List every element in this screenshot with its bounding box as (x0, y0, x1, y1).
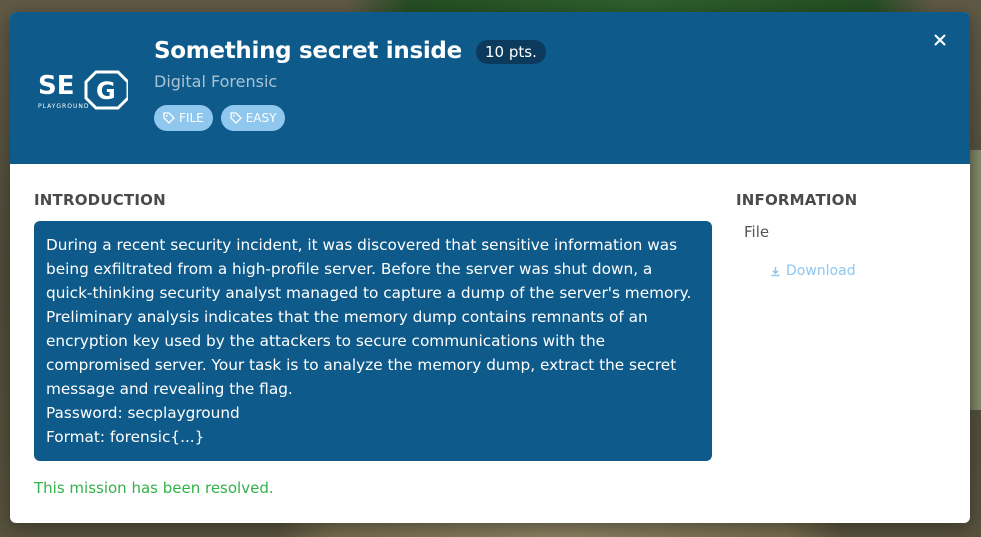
tag-icon (230, 112, 242, 124)
information-heading: INFORMATION (736, 191, 858, 209)
svg-text:G: G (96, 77, 116, 105)
tag-label: EASY (245, 111, 277, 125)
challenge-modal: SE G PLAYGROUND Something secret inside … (10, 12, 970, 523)
modal-header: SE G PLAYGROUND Something secret inside … (10, 12, 970, 164)
resolved-status: This mission has been resolved. (34, 479, 274, 497)
introduction-text: During a recent security incident, it wa… (46, 236, 697, 398)
challenge-category: Digital Forensic (154, 72, 278, 91)
file-label: File (744, 223, 770, 241)
introduction-heading: INTRODUCTION (34, 191, 166, 209)
close-button[interactable] (930, 30, 950, 50)
download-label: Download (786, 263, 856, 279)
challenge-title: Something secret inside (154, 38, 462, 64)
svg-text:SE: SE (38, 71, 75, 101)
tag-label: FILE (179, 111, 204, 125)
tag-file[interactable]: FILE (154, 105, 213, 131)
tag-list: FILE EASY (154, 105, 286, 131)
format-line: Format: forensic{...} (46, 428, 205, 446)
sec-playground-logo: SE G PLAYGROUND (38, 70, 128, 110)
points-badge: 10 pts. (476, 40, 546, 64)
tag-easy[interactable]: EASY (220, 105, 286, 131)
introduction-box: During a recent security incident, it wa… (34, 221, 712, 461)
close-icon (934, 34, 946, 46)
password-line: Password: secplayground (46, 404, 240, 422)
svg-text:PLAYGROUND: PLAYGROUND (38, 103, 89, 110)
download-link[interactable]: Download (770, 263, 856, 279)
download-icon (771, 266, 780, 276)
tag-icon (163, 112, 175, 124)
